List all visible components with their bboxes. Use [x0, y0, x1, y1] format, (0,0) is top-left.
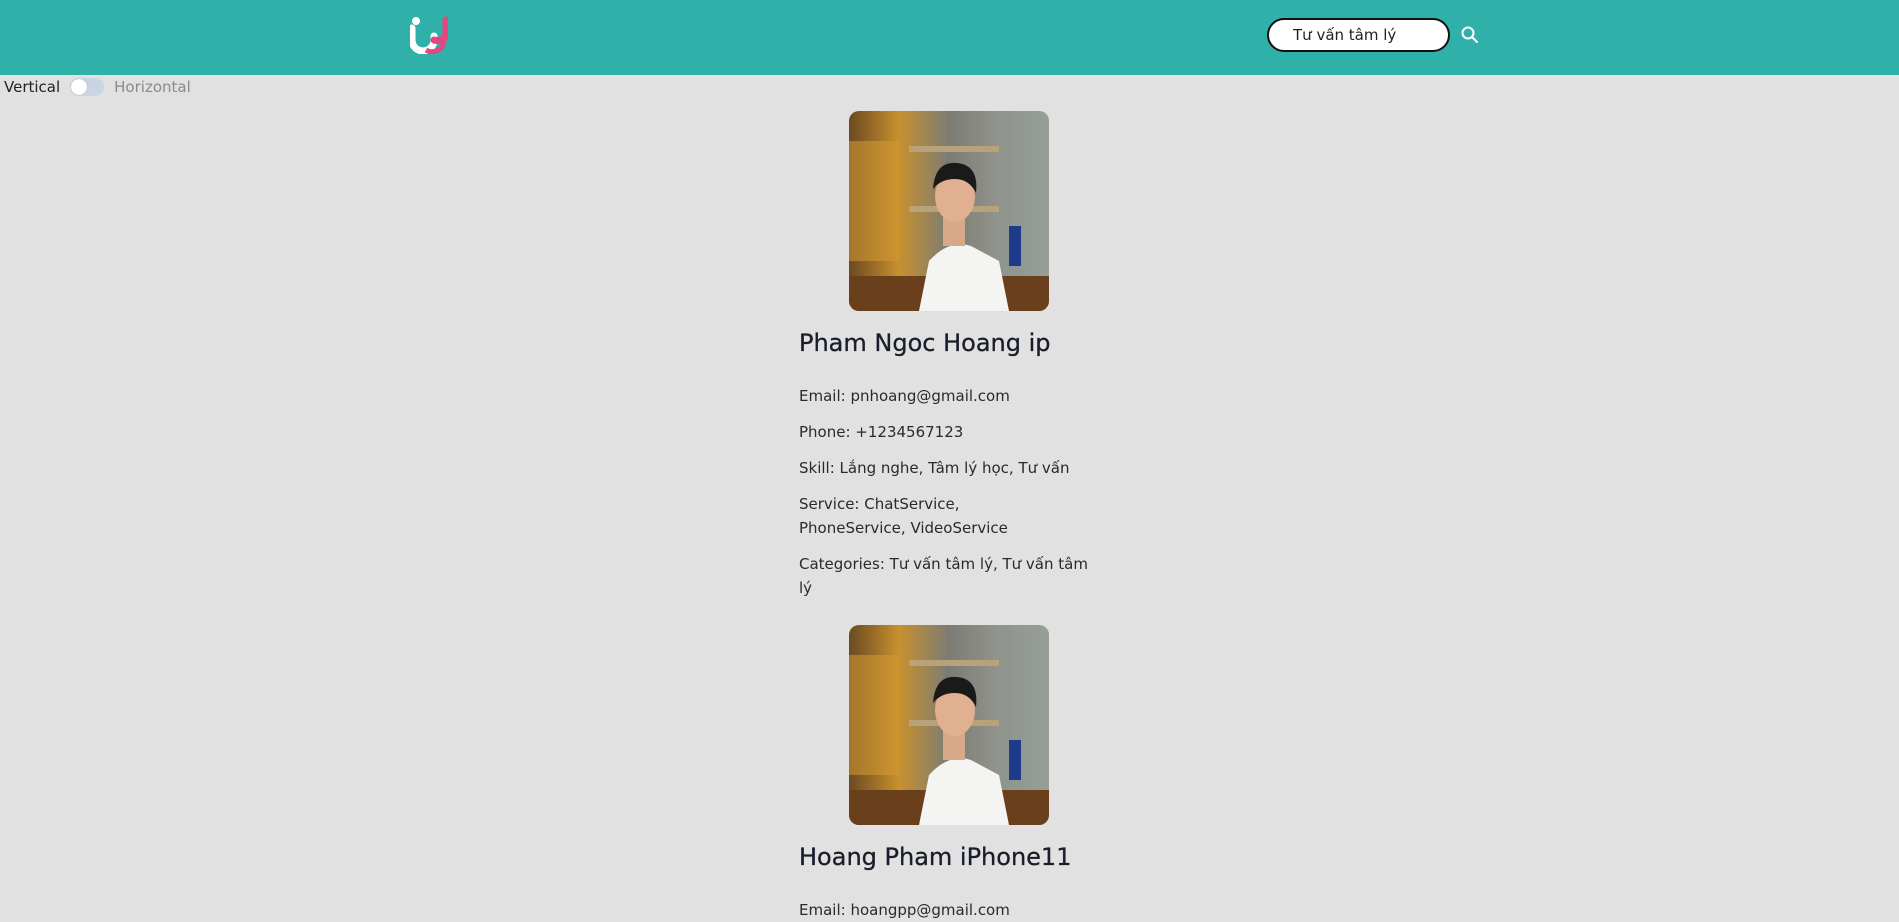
toggle-label-vertical: Vertical: [4, 78, 61, 96]
avatar: [849, 625, 1049, 825]
profile-card: Pham Ngoc Hoang ip Email: pnhoang@gmail.…: [799, 111, 1099, 597]
profile-card: Hoang Pham iPhone11 Email: hoangpp@gmail…: [799, 625, 1099, 919]
avatar-photo: [849, 111, 1049, 311]
profile-name: Hoang Pham iPhone11: [799, 843, 1072, 871]
top-header: [0, 0, 1899, 75]
profile-name: Pham Ngoc Hoang ip: [799, 329, 1051, 357]
profile-categories: Categories: Tư vấn tâm lý, Tư vấn tâm lý: [799, 555, 1088, 597]
search-box: [1267, 18, 1450, 52]
layout-switch[interactable]: [70, 78, 105, 96]
profile-email: Email: hoangpp@gmail.com: [799, 901, 1010, 919]
profile-skill: Skill: Lắng nghe, Tâm lý học, Tư vấn: [799, 459, 1070, 477]
profile-email: Email: pnhoang@gmail.com: [799, 387, 1010, 405]
avatar-photo: [849, 625, 1049, 825]
search-input[interactable]: [1269, 20, 1448, 50]
u-logo-icon[interactable]: [410, 16, 448, 54]
search-icon[interactable]: [1460, 25, 1480, 45]
layout-toggle: Vertical Horizontal: [4, 77, 191, 97]
toggle-label-horizontal: Horizontal: [114, 78, 191, 96]
profile-service: Service: ChatService, PhoneService, Vide…: [799, 495, 1008, 537]
switch-knob: [71, 79, 88, 95]
avatar: [849, 111, 1049, 311]
profile-phone: Phone: +1234567123: [799, 423, 964, 441]
